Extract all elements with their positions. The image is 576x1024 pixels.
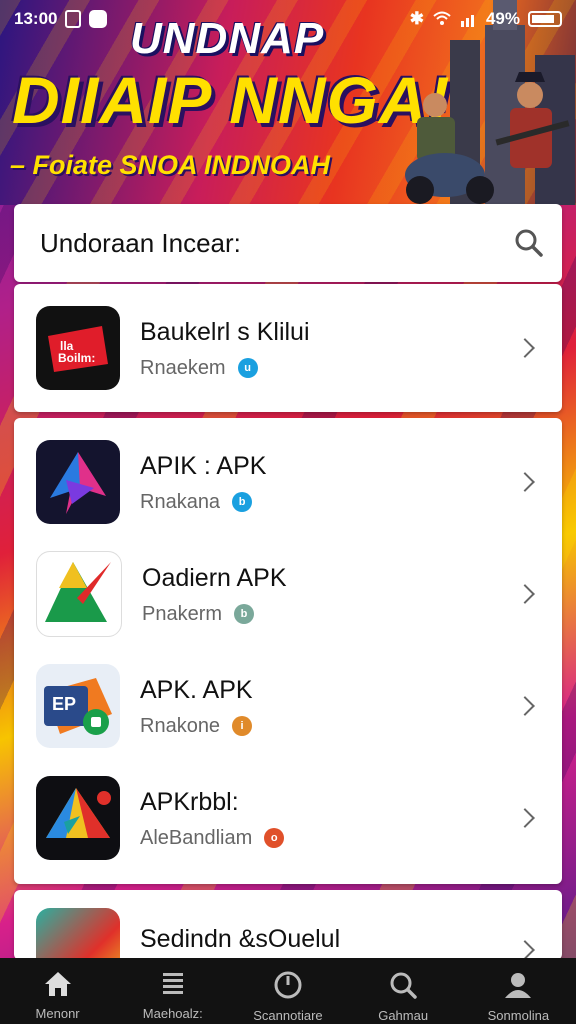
app-subtitle: Rnakone [140,714,221,737]
clock-icon [274,971,302,999]
status-time: 13:00 [14,9,58,28]
search-label: Undoraan Incear: [40,227,241,258]
svg-text:Boilm:: Boilm: [58,351,95,365]
app-name: APIK : APK [140,451,267,480]
list-item[interactable]: lla Boilm: Baukelrl s Klilui Rnaekem u [14,284,562,412]
status-right: ✱ 49% [410,9,562,29]
app-name: Sedindn &sOuelul [140,925,341,953]
status-left: 13:00 [14,9,108,29]
verified-badge-icon: i [232,716,253,736]
app-subtitle: AleBandliam [140,826,253,849]
app-name: APKrbbl: [140,787,239,816]
search-icon [390,972,417,999]
nav-label: Menonr [35,1006,80,1021]
search-icon[interactable] [514,228,544,258]
app-list: APIK : APK Rnakana b Oadiern APK Pnakerm… [14,418,562,884]
nav-item-home[interactable]: Menonr [3,958,113,1021]
banner-title-line2: DIIAIP NNGA! [12,63,451,137]
app-icon [36,551,122,637]
app-info: Baukelrl s Klilui Rnaekem u [140,317,562,380]
app-subtitle: Rnaekem [140,356,226,379]
battery-icon [528,11,562,27]
sim-icon [65,10,82,28]
app-info: APK. APK Rnakone i [140,675,562,738]
app-icon: EP [36,664,120,748]
app-subtitle: Rnakana [140,490,221,513]
app-subtitle: Pnakerm [142,602,223,625]
nav-label: Gahmau [378,1008,429,1023]
app-name: Baukelrl s Klilui [140,317,310,346]
verified-badge-icon: u [237,358,258,378]
app-icon [36,908,120,960]
list-item[interactable]: APKrbbl: AleBandliam o [14,762,562,874]
list-icon [162,973,183,994]
app-info: APIK : APK Rnakana b [140,451,562,514]
list-item[interactable]: APIK : APK Rnakana b [14,426,562,538]
app-name: APK. APK [140,675,253,704]
app-list-more: Sedindn &sOuelul [14,890,562,960]
verified-badge-icon: b [232,492,253,512]
app-icon [36,776,120,860]
profile-icon [505,973,532,998]
nav-label: Scannotiare [253,1008,323,1023]
signal-icon [460,15,474,27]
app-subtitle-row: Pnakerm b [142,603,562,626]
nav-item-search[interactable]: Gahmau [348,958,458,1023]
home-icon [44,972,71,996]
app-info: Oadiern APK Pnakerm b [142,563,562,626]
nav-item-profile[interactable]: Sonmolina [463,958,573,1023]
notification-icon [89,10,108,28]
app-subtitle-row: Rnaekem u [140,357,562,380]
nav-item-list[interactable]: Maehoalz: [118,958,228,1021]
app-subtitle-row: Rnakone i [140,715,562,738]
app-info: Sedindn &sOuelul [140,908,562,954]
nav-label: Maehoalz: [142,1006,203,1021]
banner-subtitle: – Foiate SNOA INDNOAH [10,150,331,180]
list-item[interactable]: EP APK. APK Rnakone i [14,650,562,762]
app-info: APKrbbl: AleBandliam o [140,787,562,850]
status-bar: 13:00 ✱ 49% [0,0,576,38]
list-item[interactable]: Oadiern APK Pnakerm b [14,538,562,650]
app-name: Oadiern APK [142,563,287,592]
wifi-icon [433,11,451,25]
nav-item-scan[interactable]: Scannotiare [233,958,343,1023]
app-icon: lla Boilm: [36,306,120,390]
battery-percent: 49% [485,9,520,28]
app-subtitle-row: AleBandliam o [140,827,562,850]
app-icon [36,440,120,524]
verified-badge-icon: o [264,828,285,848]
verified-badge-icon: b [234,604,255,624]
nav-label: Sonmolina [487,1008,550,1023]
bluetooth-icon: ✱ [409,9,424,28]
featured-app-card: lla Boilm: Baukelrl s Klilui Rnaekem u [14,284,562,412]
bottom-navigation: Menonr Maehoalz: Scannotiare Gahmau Sonm… [0,958,576,1024]
list-item[interactable]: Sedindn &sOuelul [14,890,562,960]
svg-text:EP: EP [52,694,76,714]
app-subtitle-row: Rnakana b [140,491,562,514]
search-bar[interactable]: Undoraan Incear: [14,204,562,282]
